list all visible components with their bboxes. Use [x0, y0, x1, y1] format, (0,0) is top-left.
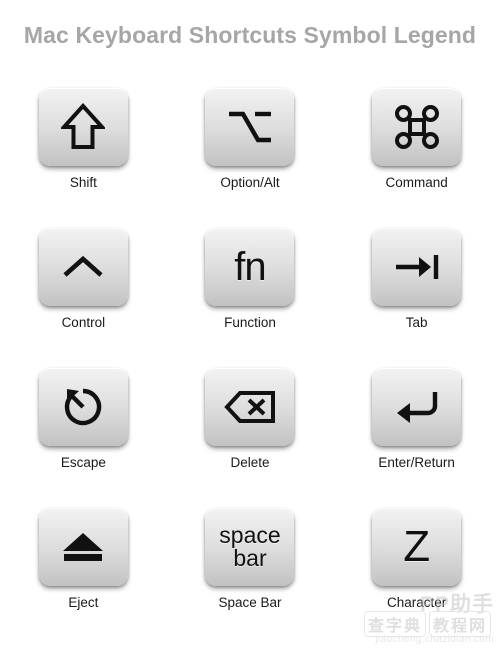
key-cell-enter[interactable]: Enter/Return [342, 368, 492, 508]
key-label-option: Option/Alt [220, 175, 280, 190]
escape-circle-arrow-icon [61, 385, 105, 429]
key-cell-character[interactable]: Z Character [342, 508, 492, 648]
keycap-shift[interactable] [38, 88, 128, 166]
page-title: Mac Keyboard Shortcuts Symbol Legend [23, 22, 477, 48]
keycap-eject[interactable] [38, 508, 128, 586]
keycap-command[interactable] [372, 88, 462, 166]
key-label-delete: Delete [230, 455, 270, 470]
key-label-tab: Tab [405, 315, 428, 330]
space-bar-text-icon: space bar [219, 524, 280, 570]
key-label-enter: Enter/Return [378, 455, 455, 470]
key-label-control: Control [61, 315, 106, 330]
key-cell-delete[interactable]: Delete [175, 368, 325, 508]
key-cell-eject[interactable]: Eject [8, 508, 158, 648]
keycap-control[interactable] [38, 228, 128, 306]
key-cell-control[interactable]: Control [8, 228, 158, 368]
function-fn-icon: fn [234, 245, 266, 289]
keycap-enter[interactable] [372, 368, 462, 446]
key-label-eject: Eject [68, 595, 99, 610]
return-arrow-icon [394, 389, 440, 425]
keycap-delete[interactable] [205, 368, 295, 446]
option-alt-icon [226, 106, 274, 148]
key-label-function: Function [224, 315, 276, 330]
space-bar-line-2: bar [233, 545, 267, 571]
character-z-icon: Z [403, 522, 431, 571]
key-cell-space[interactable]: space bar Space Bar [175, 508, 325, 648]
command-icon [394, 104, 440, 150]
key-cell-option[interactable]: Option/Alt [175, 88, 325, 228]
keycap-function[interactable]: fn [205, 228, 295, 306]
key-label-escape: Escape [60, 455, 106, 470]
key-label-command: Command [385, 175, 448, 190]
key-label-space: Space Bar [218, 595, 282, 610]
key-label-shift: Shift [69, 175, 97, 190]
keycap-option[interactable] [205, 88, 295, 166]
delete-backspace-icon [224, 390, 276, 424]
keycap-tab[interactable] [372, 228, 462, 306]
shift-arrow-icon [61, 103, 106, 151]
key-cell-shift[interactable]: Shift [8, 88, 158, 228]
keycap-escape[interactable] [38, 368, 128, 446]
control-caret-icon [61, 254, 105, 280]
eject-icon [60, 530, 106, 564]
tab-arrow-icon [393, 252, 441, 282]
keycap-space[interactable]: space bar [205, 508, 295, 586]
key-cell-escape[interactable]: Escape [8, 368, 158, 508]
key-cell-tab[interactable]: Tab [342, 228, 492, 368]
keyboard-symbol-legend-grid: Shift Option/Alt Command Control fn Func… [0, 88, 500, 648]
keycap-character[interactable]: Z [372, 508, 462, 586]
key-cell-function[interactable]: fn Function [175, 228, 325, 368]
key-cell-command[interactable]: Command [342, 88, 492, 228]
key-label-character: Character [387, 595, 447, 610]
